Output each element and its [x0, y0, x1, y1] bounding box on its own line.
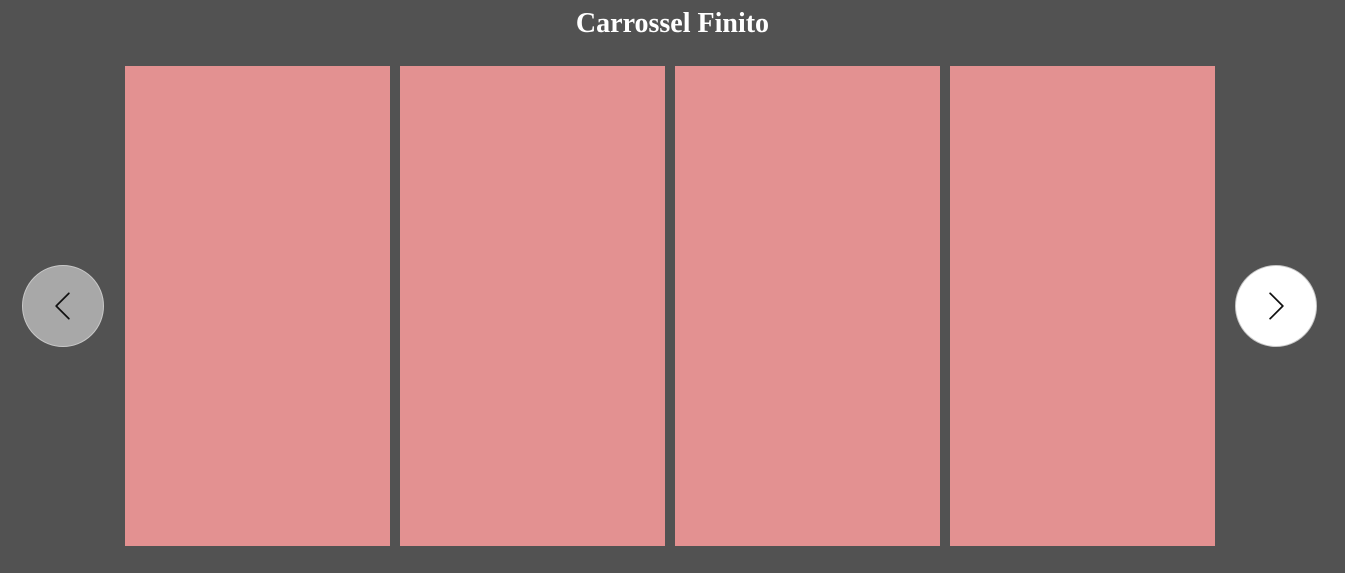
carousel [0, 0, 1345, 573]
carousel-slide [950, 66, 1215, 546]
carousel-track [125, 66, 1215, 546]
carousel-slide [400, 66, 665, 546]
carousel-slide [675, 66, 940, 546]
previous-button[interactable] [22, 265, 104, 347]
chevron-left-icon [55, 292, 70, 320]
chevron-right-icon [1269, 292, 1284, 320]
carousel-slide [125, 66, 390, 546]
next-button[interactable] [1235, 265, 1317, 347]
